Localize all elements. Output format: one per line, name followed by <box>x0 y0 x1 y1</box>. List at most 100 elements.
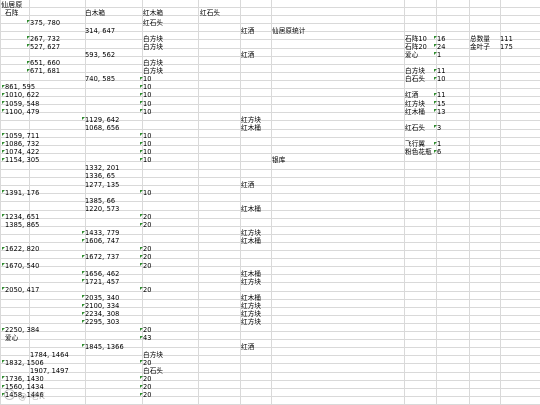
cell[interactable]: 红石头 <box>405 124 425 132</box>
cell[interactable]: 43 <box>143 335 152 342</box>
cell[interactable]: 10 <box>143 108 152 116</box>
header-red-stone[interactable]: 红石头 <box>200 10 220 17</box>
cell[interactable]: 红木桶 <box>241 238 261 245</box>
cell[interactable]: 2100, 334 <box>85 303 119 310</box>
header-red-box[interactable]: 红木箱 <box>143 10 163 17</box>
cell[interactable]: 20 <box>143 375 152 383</box>
cell[interactable]: 1 <box>437 141 441 148</box>
cell[interactable]: 861, 595 <box>5 84 35 91</box>
cell[interactable]: 375, 780 <box>30 19 60 27</box>
cell[interactable]: 1832, 1506 <box>5 359 44 367</box>
cell[interactable]: 1670, 540 <box>5 262 39 270</box>
cell[interactable]: 1154, 305 <box>5 157 39 164</box>
cell[interactable]: 10 <box>143 76 152 83</box>
cell[interactable]: 红木桶 <box>241 294 261 302</box>
cell[interactable]: 10 <box>143 189 152 197</box>
cell[interactable]: 20 <box>143 359 152 367</box>
cell[interactable]: 1010, 622 <box>5 92 39 99</box>
cell[interactable]: 1656, 462 <box>85 270 119 278</box>
cell[interactable]: 1059, 711 <box>5 132 39 140</box>
cell[interactable]: 1220, 573 <box>85 205 119 213</box>
cell[interactable]: 1332, 201 <box>85 165 119 172</box>
cell[interactable]: 白方块 <box>143 351 163 359</box>
cell[interactable]: 314, 647 <box>85 27 115 35</box>
cell[interactable]: 1059, 548 <box>5 100 39 108</box>
cell[interactable]: 1736, 1430 <box>5 375 44 383</box>
cell[interactable]: 石阵10 <box>405 35 427 43</box>
cell[interactable]: 10 <box>437 76 446 83</box>
cell[interactable]: 20 <box>143 254 152 261</box>
cell[interactable]: 1721, 457 <box>85 278 119 286</box>
cell[interactable]: 爱心 <box>405 51 418 59</box>
cell[interactable]: 1622, 820 <box>5 246 39 253</box>
cell[interactable]: 2050, 417 <box>5 286 39 294</box>
cell[interactable]: 红方块 <box>241 116 261 124</box>
cell[interactable]: 6 <box>437 149 441 156</box>
cell[interactable]: 20 <box>143 384 152 391</box>
cell[interactable]: 175 <box>500 43 513 51</box>
cell[interactable]: 527, 627 <box>30 43 60 51</box>
cell[interactable]: 金叶子 <box>470 43 490 51</box>
header-white-box[interactable]: 白木箱 <box>85 10 105 17</box>
cell[interactable]: 白方块 <box>143 60 163 67</box>
cell[interactable]: 10 <box>143 92 152 99</box>
cell[interactable]: 3 <box>437 124 441 132</box>
cell[interactable]: 16 <box>437 35 446 43</box>
cell[interactable]: 651, 660 <box>30 60 60 67</box>
cell[interactable]: 红木桶 <box>405 108 425 116</box>
cell[interactable]: 红木桶 <box>241 270 261 278</box>
cell[interactable]: 红木桶 <box>241 205 261 213</box>
cell[interactable]: 10 <box>143 100 152 108</box>
cell[interactable]: 1336, 65 <box>85 173 115 180</box>
cell[interactable]: 1277, 135 <box>85 181 119 189</box>
cell[interactable]: 红方块 <box>405 100 425 108</box>
cell[interactable]: 24 <box>437 43 446 51</box>
cell[interactable]: 20 <box>143 392 152 399</box>
cell[interactable]: 740, 585 <box>85 76 115 83</box>
cell[interactable]: 1606, 747 <box>85 238 119 245</box>
cell[interactable]: 20 <box>143 286 152 294</box>
cell[interactable]: 593, 562 <box>85 51 115 59</box>
cell[interactable]: 20 <box>143 327 152 334</box>
cell[interactable]: 红方块 <box>241 303 261 310</box>
cell[interactable]: 1068, 656 <box>85 124 119 132</box>
cell[interactable]: 飞行翼 <box>405 141 425 148</box>
cell[interactable]: 1 <box>437 51 441 59</box>
cell[interactable]: 20 <box>143 213 152 221</box>
cell[interactable]: 粉色花瓶 <box>405 149 432 156</box>
cell[interactable]: 11 <box>437 68 446 75</box>
cell[interactable]: 10 <box>143 149 152 156</box>
cell[interactable]: 1784, 1464 <box>30 351 69 359</box>
cell[interactable]: 总数量 <box>470 35 490 43</box>
cell[interactable]: 20 <box>143 222 152 229</box>
cell[interactable]: 红石头 <box>143 19 163 27</box>
header-stone-array[interactable]: 石阵 <box>5 10 18 17</box>
cell[interactable]: 2234, 308 <box>85 311 119 318</box>
cell[interactable]: 1086, 732 <box>5 141 39 148</box>
cell[interactable]: 267, 732 <box>30 35 60 43</box>
cell[interactable]: 10 <box>143 84 152 91</box>
cell[interactable]: 13 <box>437 108 446 116</box>
cell[interactable]: 1845, 1366 <box>85 343 124 351</box>
cell[interactable]: 仙居原统计 <box>272 27 305 35</box>
cell[interactable]: 1100, 479 <box>5 108 39 116</box>
cell[interactable]: 白方块 <box>143 43 163 51</box>
cell[interactable]: 1672, 737 <box>85 254 119 261</box>
cell[interactable]: 10 <box>143 141 152 148</box>
cell[interactable]: 1385, 865 <box>5 222 39 229</box>
cell[interactable]: 红酒 <box>241 51 254 59</box>
cell[interactable]: 1129, 642 <box>85 116 119 124</box>
cell[interactable]: 20 <box>143 246 152 253</box>
cell[interactable]: 红方块 <box>241 319 261 326</box>
cell[interactable]: 2035, 340 <box>85 294 119 302</box>
cell[interactable]: 2295, 303 <box>85 319 119 326</box>
cell[interactable]: 石阵20 <box>405 43 427 51</box>
cell[interactable]: 白石头 <box>405 76 425 83</box>
cell[interactable]: 1907, 1497 <box>30 367 69 375</box>
cell[interactable]: 1385, 66 <box>85 197 115 205</box>
cell[interactable]: 15 <box>437 100 446 108</box>
cell[interactable]: 10 <box>143 157 152 164</box>
cell[interactable]: 红酒 <box>241 181 254 189</box>
cell[interactable]: 白方块 <box>143 35 163 43</box>
cell[interactable]: 红酒 <box>241 343 254 351</box>
